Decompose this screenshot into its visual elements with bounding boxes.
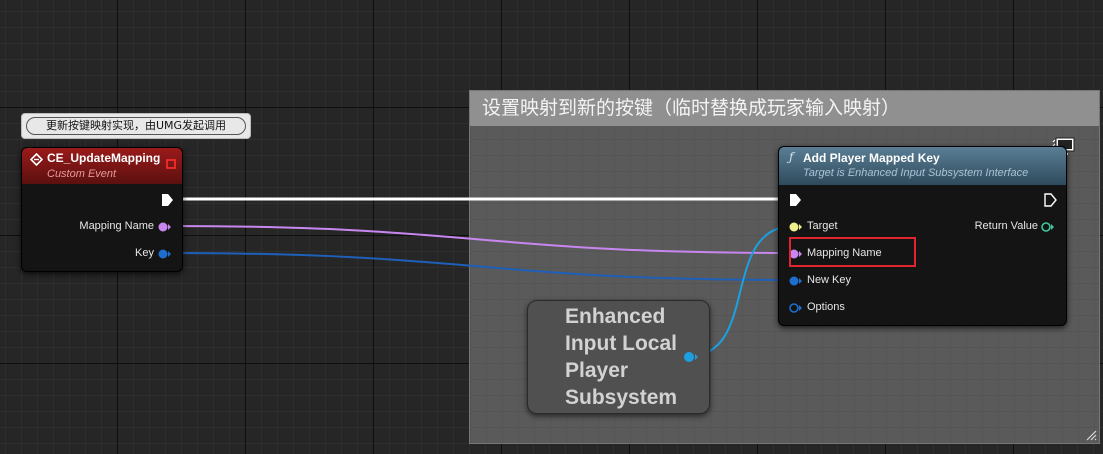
mapping-name-out-pin[interactable] — [158, 221, 172, 233]
event-node-subtitle: Custom Event — [47, 168, 117, 180]
add-player-mapped-key-node[interactable]: ƒ Add Player Mapped Key Target is Enhanc… — [778, 146, 1067, 326]
function-node-header[interactable]: ƒ Add Player Mapped Key Target is Enhanc… — [779, 147, 1066, 185]
subsystem-out-pin[interactable] — [683, 350, 699, 364]
exec-in-pin[interactable] — [788, 193, 802, 207]
pin-label-new-key: New Key — [807, 274, 852, 286]
new-key-in-pin[interactable] — [789, 275, 803, 287]
mapping-name-wire — [168, 225, 795, 254]
delegate-pin-icon[interactable] — [166, 159, 176, 169]
key-wire — [166, 252, 795, 281]
target-in-pin[interactable] — [789, 221, 803, 233]
options-in-pin[interactable] — [789, 302, 803, 314]
pin-label-key: Key — [135, 247, 154, 259]
event-node-header[interactable]: CE_UpdateMapping Custom Event — [22, 148, 182, 184]
pin-label-target: Target — [807, 220, 838, 232]
subsystem-variable-label: Enhanced Input Local Player Subsystem — [565, 305, 678, 409]
function-icon: ƒ — [789, 150, 794, 164]
event-node-title: CE_UpdateMapping — [47, 151, 161, 165]
comment-bubble-text: 更新按键映射实现，由UMG发起调用 — [26, 117, 246, 135]
pin-label-mapping-name: Mapping Name — [79, 220, 154, 232]
subsystem-variable-node[interactable]: Enhanced Input Local Player Subsystem — [527, 300, 710, 414]
exec-out-pin-right[interactable] — [1043, 193, 1057, 207]
function-node-title: Add Player Mapped Key — [803, 151, 940, 165]
function-node-subtitle: Target is Enhanced Input Subsystem Inter… — [803, 167, 1029, 179]
key-out-pin[interactable] — [158, 248, 172, 260]
comment-bubble[interactable]: 更新按键映射实现，由UMG发起调用 — [21, 113, 251, 139]
custom-event-node[interactable]: CE_UpdateMapping Custom Event Mapping Na… — [21, 147, 183, 272]
highlight-box — [789, 237, 916, 267]
return-value-out-pin[interactable] — [1041, 221, 1055, 233]
event-diamond-icon — [30, 153, 43, 166]
pin-label-return-value: Return Value — [974, 220, 1038, 232]
pin-label-options: Options — [807, 301, 845, 313]
exec-out-pin[interactable] — [160, 193, 174, 207]
